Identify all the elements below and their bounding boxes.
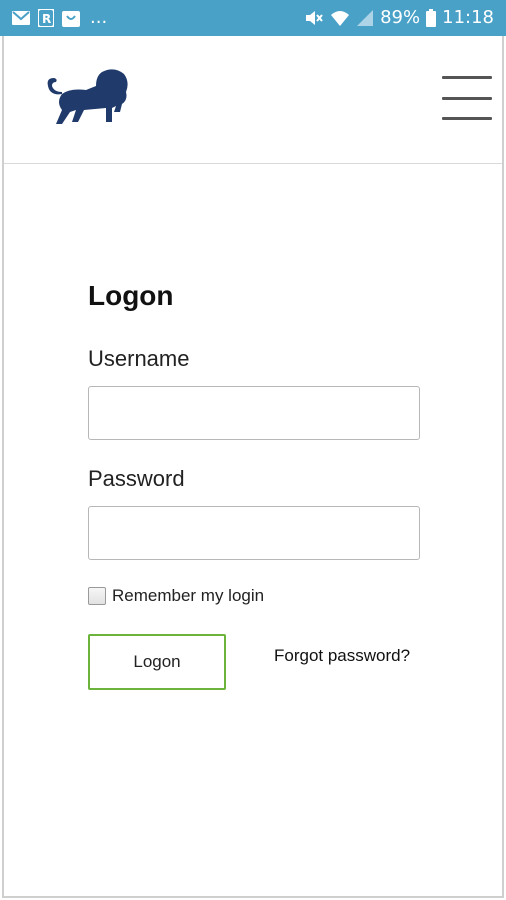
password-input[interactable] (88, 506, 420, 560)
hamburger-line (442, 96, 492, 100)
signal-icon (357, 10, 374, 26)
app-header (4, 36, 502, 164)
status-bar: R ... 89% 11:18 (0, 0, 506, 36)
username-label: Username (88, 346, 190, 371)
clock: 11:18 (442, 7, 494, 28)
r-app-icon: R (38, 9, 54, 27)
page-title: Logon (88, 280, 174, 311)
hamburger-menu-icon[interactable] (442, 76, 492, 120)
remember-label[interactable]: Remember my login (112, 586, 264, 606)
remember-checkbox[interactable] (88, 587, 106, 605)
status-bar-notifications: R ... (12, 8, 107, 28)
hamburger-line (442, 76, 492, 79)
battery-percentage: 89% (380, 7, 421, 28)
username-input[interactable] (88, 386, 420, 440)
svg-text:R: R (42, 12, 51, 26)
logon-button[interactable]: Logon (88, 634, 226, 690)
mute-icon (306, 11, 323, 25)
wifi-icon (331, 11, 350, 26)
password-label: Password (88, 466, 185, 491)
hamburger-line (442, 117, 492, 120)
status-bar-system: 89% 11:18 (304, 6, 494, 30)
battery-icon (426, 9, 437, 27)
page-frame (2, 36, 504, 898)
more-notifications-indicator: ... (90, 7, 108, 28)
shopping-bag-icon (62, 11, 80, 27)
forgot-password-link[interactable]: Forgot password? (274, 646, 410, 666)
mail-icon (12, 11, 30, 25)
lion-logo-icon[interactable] (40, 66, 130, 130)
remember-login[interactable]: Remember my login (88, 586, 264, 606)
